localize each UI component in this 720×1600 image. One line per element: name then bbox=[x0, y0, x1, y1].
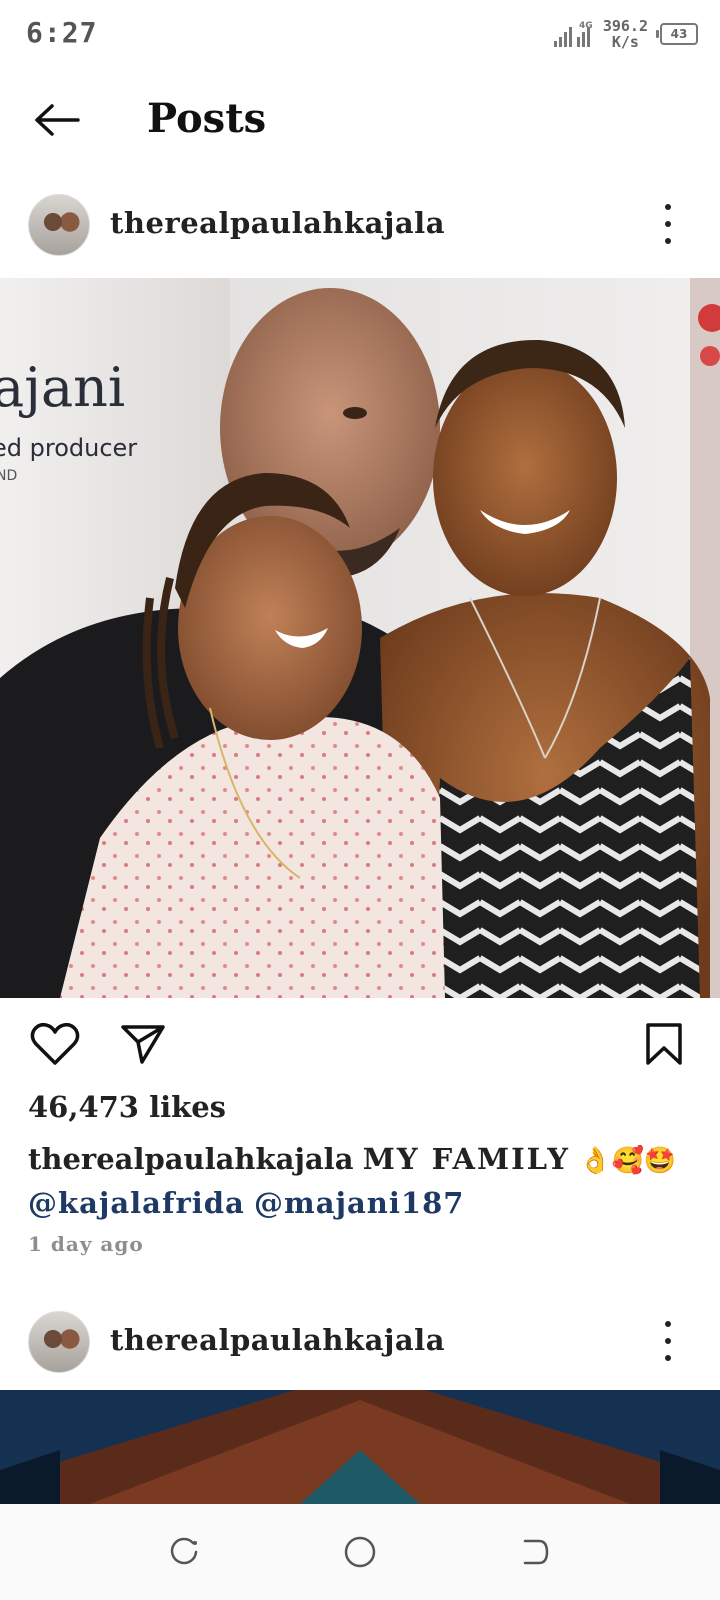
arrow-left-icon bbox=[35, 104, 80, 136]
like-button[interactable] bbox=[27, 1016, 83, 1072]
battery-level: 43 bbox=[670, 27, 688, 41]
top-app-bar: Posts bbox=[0, 80, 720, 160]
status-bar: 6:27 4G 396.2 K/s 43 bbox=[0, 0, 720, 68]
post-caption: therealpaulahkajala MY FAMILY 👌🥰🤩 @kajal… bbox=[28, 1138, 698, 1224]
post-image[interactable]: ajani ed producer ND bbox=[0, 278, 720, 998]
more-vertical-icon bbox=[665, 1321, 671, 1327]
back-nav-button[interactable] bbox=[508, 1526, 560, 1578]
photo-image bbox=[0, 1390, 720, 1504]
post-timestamp: 1 day ago bbox=[28, 1232, 144, 1256]
mention-link[interactable]: @kajalafrida bbox=[28, 1186, 245, 1220]
post-header: therealpaulahkajala bbox=[0, 184, 720, 264]
more-vertical-icon bbox=[665, 204, 671, 210]
avatar[interactable] bbox=[28, 194, 90, 256]
likes-count[interactable]: 46,473 likes bbox=[28, 1090, 226, 1124]
home-button[interactable] bbox=[334, 1526, 386, 1578]
magazine-text-2: ed producer bbox=[0, 434, 137, 462]
network-speed: 396.2 K/s bbox=[603, 18, 648, 50]
signal-icon: 4G bbox=[553, 21, 593, 47]
caption-username[interactable]: therealpaulahkajala bbox=[28, 1142, 354, 1176]
magazine-text-1: ajani bbox=[0, 356, 125, 419]
back-icon bbox=[523, 1539, 549, 1565]
save-button[interactable] bbox=[636, 1016, 692, 1072]
speed-value: 396.2 bbox=[602, 17, 648, 35]
post-header: therealpaulahkajala bbox=[0, 1301, 720, 1381]
heart-icon bbox=[30, 1022, 80, 1065]
mention-link[interactable]: @majani187 bbox=[254, 1186, 464, 1220]
system-nav-bar bbox=[0, 1504, 720, 1600]
post-username[interactable]: therealpaulahkajala bbox=[110, 1323, 445, 1357]
post-username[interactable]: therealpaulahkajala bbox=[110, 206, 445, 240]
network-type: 4G bbox=[579, 21, 593, 31]
recents-button[interactable] bbox=[158, 1526, 210, 1578]
caption-emojis: 👌🥰🤩 bbox=[579, 1146, 677, 1176]
recents-icon bbox=[170, 1537, 198, 1565]
more-options-button[interactable] bbox=[658, 1321, 678, 1361]
share-button[interactable] bbox=[115, 1016, 171, 1072]
bookmark-icon bbox=[646, 1023, 682, 1065]
photo-image: ajani ed producer ND bbox=[0, 278, 720, 998]
send-icon bbox=[121, 1025, 165, 1064]
post-image[interactable] bbox=[0, 1390, 720, 1504]
speed-unit: K/s bbox=[611, 33, 639, 51]
battery-icon: 43 bbox=[656, 23, 698, 45]
status-indicators: 4G 396.2 K/s 43 bbox=[553, 14, 698, 54]
status-time: 6:27 bbox=[26, 16, 98, 49]
post-action-bar bbox=[0, 1010, 720, 1080]
caption-text: MY FAMILY bbox=[362, 1142, 570, 1176]
avatar[interactable] bbox=[28, 1311, 90, 1373]
more-options-button[interactable] bbox=[658, 204, 678, 244]
back-button[interactable] bbox=[28, 98, 84, 142]
magazine-text-3: ND bbox=[0, 468, 17, 484]
page-title: Posts bbox=[147, 95, 267, 142]
home-icon bbox=[344, 1536, 376, 1568]
